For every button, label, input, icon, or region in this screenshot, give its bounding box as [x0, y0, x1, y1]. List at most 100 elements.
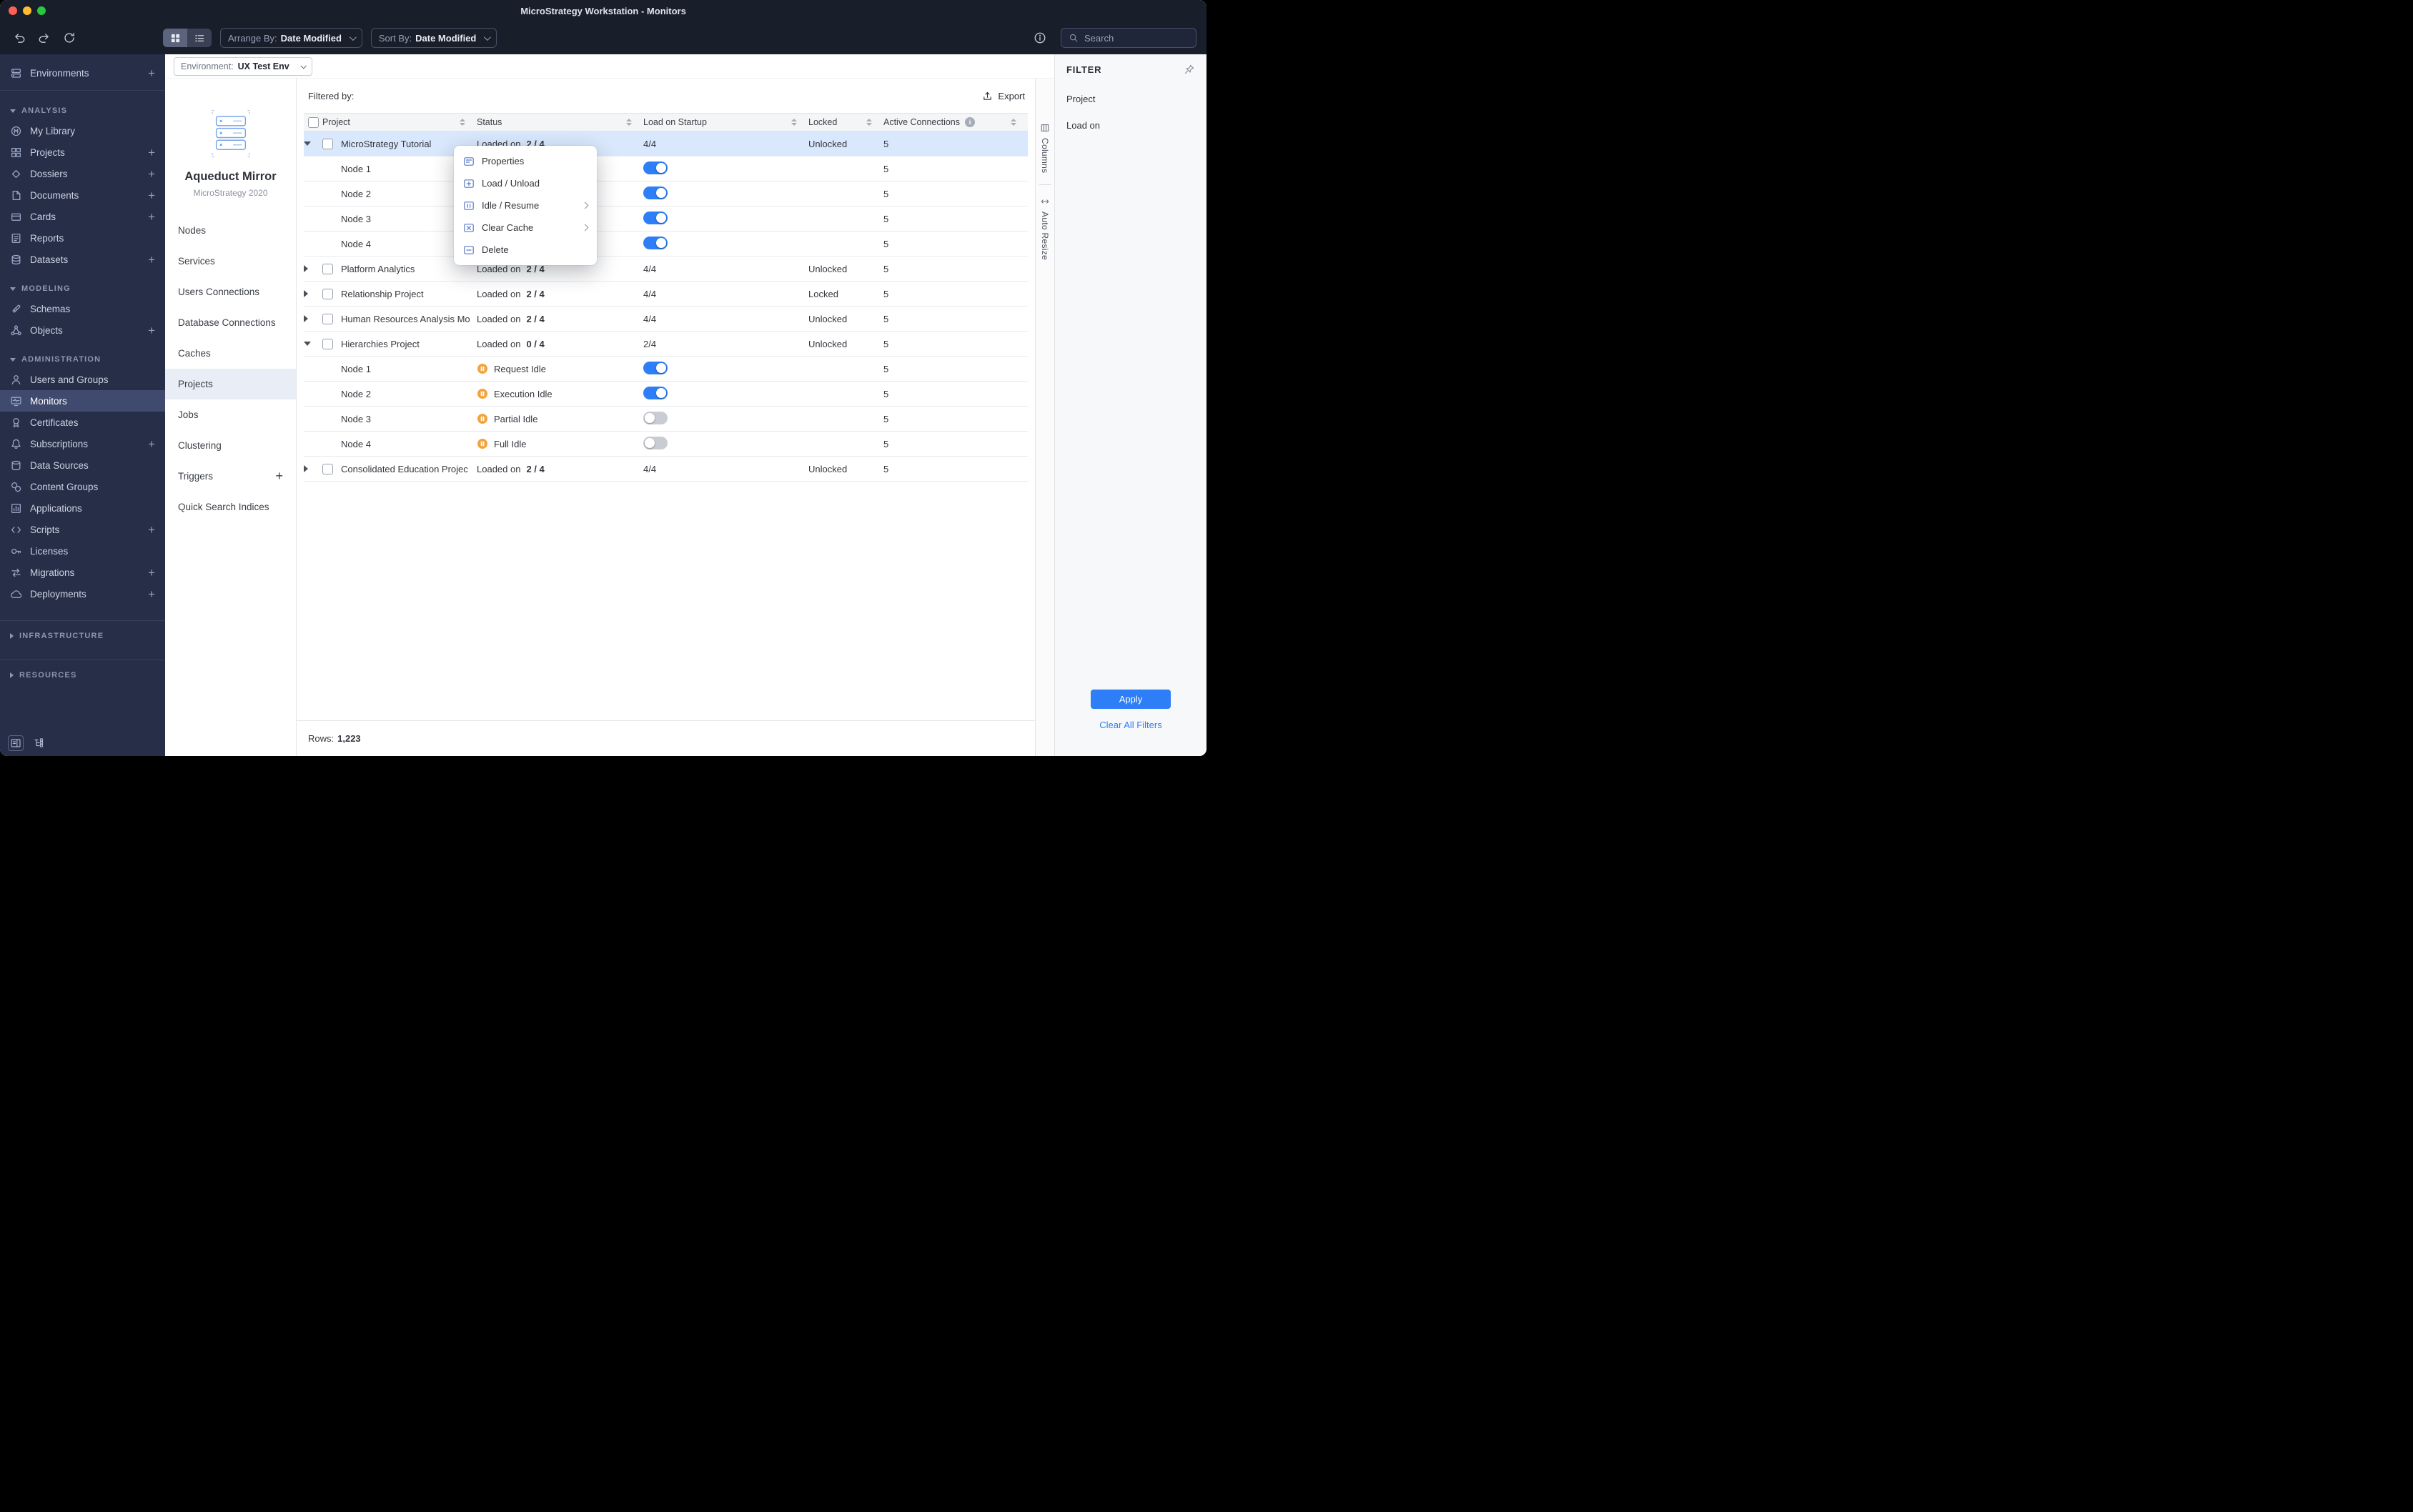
sidebar-item-dossiers[interactable]: Dossiers +	[0, 163, 165, 184]
sidebar-item-licenses[interactable]: Licenses	[0, 540, 165, 562]
expand-icon[interactable]	[304, 465, 308, 472]
load-on-startup-toggle[interactable]	[643, 211, 668, 224]
sidebar-item-users-and-groups[interactable]: Users and Groups	[0, 369, 165, 390]
entity-nav-quick-search-indices[interactable]: Quick Search Indices	[165, 492, 296, 522]
pin-icon[interactable]	[1184, 64, 1195, 75]
table-row[interactable]: MicroStrategy Tutorial Loaded on 2 / 4 4/…	[304, 131, 1028, 156]
load-on-startup-toggle[interactable]	[643, 436, 668, 449]
entity-nav-database-connections[interactable]: Database Connections	[165, 307, 296, 338]
row-checkbox[interactable]	[322, 313, 333, 324]
table-row[interactable]: Node 3 5	[304, 207, 1028, 232]
info-button[interactable]	[1031, 29, 1049, 47]
add-icon[interactable]: +	[148, 168, 155, 180]
load-on-startup-toggle[interactable]	[643, 411, 668, 424]
entity-nav-clustering[interactable]: Clustering	[165, 430, 296, 461]
sidebar-item-objects[interactable]: Objects +	[0, 319, 165, 341]
load-on-startup-toggle[interactable]	[643, 186, 668, 199]
sidebar-item-subscriptions[interactable]: Subscriptions +	[0, 433, 165, 454]
refresh-button[interactable]	[60, 29, 79, 47]
entity-nav-users-connections[interactable]: Users Connections	[165, 277, 296, 307]
sidebar-item-migrations[interactable]: Migrations +	[0, 562, 165, 583]
add-icon[interactable]: +	[148, 324, 155, 337]
sidebar-item-scripts[interactable]: Scripts +	[0, 519, 165, 540]
column-header-locked[interactable]: Locked	[808, 114, 883, 131]
row-checkbox[interactable]	[322, 263, 333, 274]
sidebar-item-documents[interactable]: Documents +	[0, 184, 165, 206]
detail-view-button[interactable]	[8, 735, 24, 751]
table-row[interactable]: Consolidated Education Projec Loaded on 2…	[304, 457, 1028, 482]
entity-nav-nodes[interactable]: Nodes	[165, 215, 296, 246]
row-checkbox[interactable]	[322, 463, 333, 474]
sidebar-item-content-groups[interactable]: Content Groups	[0, 476, 165, 497]
table-row[interactable]: Node 1 Request Idle 5	[304, 357, 1028, 382]
add-icon[interactable]: +	[148, 588, 155, 600]
add-icon[interactable]: +	[148, 438, 155, 450]
column-info-icon[interactable]: i	[965, 117, 976, 127]
entity-nav-services[interactable]: Services	[165, 246, 296, 277]
load-on-startup-toggle[interactable]	[643, 361, 668, 374]
filter-field-project[interactable]: Project	[1066, 94, 1195, 104]
menu-item-delete[interactable]: Delete	[454, 239, 597, 261]
sort-icon[interactable]	[1011, 119, 1016, 126]
sort-icon[interactable]	[460, 119, 465, 126]
apply-button[interactable]: Apply	[1091, 690, 1171, 709]
undo-button[interactable]	[10, 29, 29, 47]
tree-view-button[interactable]	[31, 736, 46, 750]
expand-icon[interactable]	[304, 315, 308, 322]
tab-columns[interactable]: Columns	[1040, 123, 1050, 173]
redo-button[interactable]	[35, 29, 54, 47]
table-row[interactable]: Node 4 5	[304, 232, 1028, 257]
add-icon[interactable]: +	[148, 524, 155, 536]
menu-item-load-unload[interactable]: Load / Unload	[454, 172, 597, 194]
section-header-analysis[interactable]: ANALYSIS	[0, 101, 165, 120]
search-input[interactable]	[1084, 32, 1189, 44]
section-header-resources[interactable]: RESOURCES	[0, 666, 165, 685]
row-checkbox[interactable]	[322, 288, 333, 299]
filter-field-load-on[interactable]: Load on	[1066, 120, 1195, 131]
section-header-infrastructure[interactable]: INFRASTRUCTURE	[0, 627, 165, 645]
entity-nav-triggers[interactable]: Triggers +	[165, 461, 296, 492]
environment-dropdown[interactable]: Environment: UX Test Env	[174, 56, 312, 76]
sidebar-item-deployments[interactable]: Deployments +	[0, 583, 165, 605]
section-header-modeling[interactable]: MODELING	[0, 279, 165, 298]
sidebar-item-monitors[interactable]: Monitors	[0, 390, 165, 412]
sidebar-item-certificates[interactable]: Certificates	[0, 412, 165, 433]
sort-icon[interactable]	[791, 119, 797, 126]
sidebar-item-cards[interactable]: Cards +	[0, 206, 165, 227]
expand-icon[interactable]	[304, 265, 308, 272]
entity-nav-jobs[interactable]: Jobs	[165, 399, 296, 430]
menu-item-idle-resume[interactable]: Idle / Resume	[454, 194, 597, 217]
load-on-startup-toggle[interactable]	[643, 386, 668, 399]
sidebar-item-datasets[interactable]: Datasets +	[0, 249, 165, 270]
list-view-button[interactable]	[187, 29, 212, 47]
sidebar-item-schemas[interactable]: Schemas	[0, 298, 165, 319]
sidebar-item-reports[interactable]: Reports	[0, 227, 165, 249]
table-row[interactable]: Node 4 Full Idle 5	[304, 432, 1028, 457]
load-on-startup-toggle[interactable]	[643, 161, 668, 174]
table-row[interactable]: Node 3 Partial Idle 5	[304, 407, 1028, 432]
table-row[interactable]: Node 2 5	[304, 181, 1028, 207]
column-header-load-on-startup[interactable]: Load on Startup	[643, 114, 808, 131]
table-row[interactable]: Platform Analytics Loaded on 2 / 4 4/4 Un…	[304, 257, 1028, 282]
sort-icon[interactable]	[866, 119, 872, 126]
sidebar-item-data-sources[interactable]: Data Sources	[0, 454, 165, 476]
tab-auto-resize[interactable]: Auto Resize	[1040, 197, 1050, 260]
sidebar-item-environments[interactable]: Environments +	[0, 60, 165, 86]
arrange-by-dropdown[interactable]: Arrange By: Date Modified	[220, 28, 362, 48]
add-icon[interactable]: +	[148, 146, 155, 159]
sort-icon[interactable]	[626, 119, 632, 126]
column-header-project[interactable]: Project	[322, 114, 477, 131]
column-header-status[interactable]: Status	[477, 114, 643, 131]
add-icon[interactable]: +	[148, 254, 155, 266]
row-checkbox[interactable]	[322, 338, 333, 349]
sidebar-item-my-library[interactable]: My Library	[0, 120, 165, 141]
sort-by-dropdown[interactable]: Sort By: Date Modified	[370, 28, 497, 48]
collapse-icon[interactable]	[304, 141, 311, 146]
row-checkbox[interactable]	[322, 138, 333, 149]
sidebar-item-projects[interactable]: Projects +	[0, 141, 165, 163]
clear-all-filters-link[interactable]: Clear All Filters	[1055, 720, 1206, 730]
grid-view-button[interactable]	[163, 29, 187, 47]
section-header-administration[interactable]: ADMINISTRATION	[0, 350, 165, 369]
table-row[interactable]: Node 2 Execution Idle 5	[304, 382, 1028, 407]
add-icon[interactable]: +	[148, 189, 155, 202]
